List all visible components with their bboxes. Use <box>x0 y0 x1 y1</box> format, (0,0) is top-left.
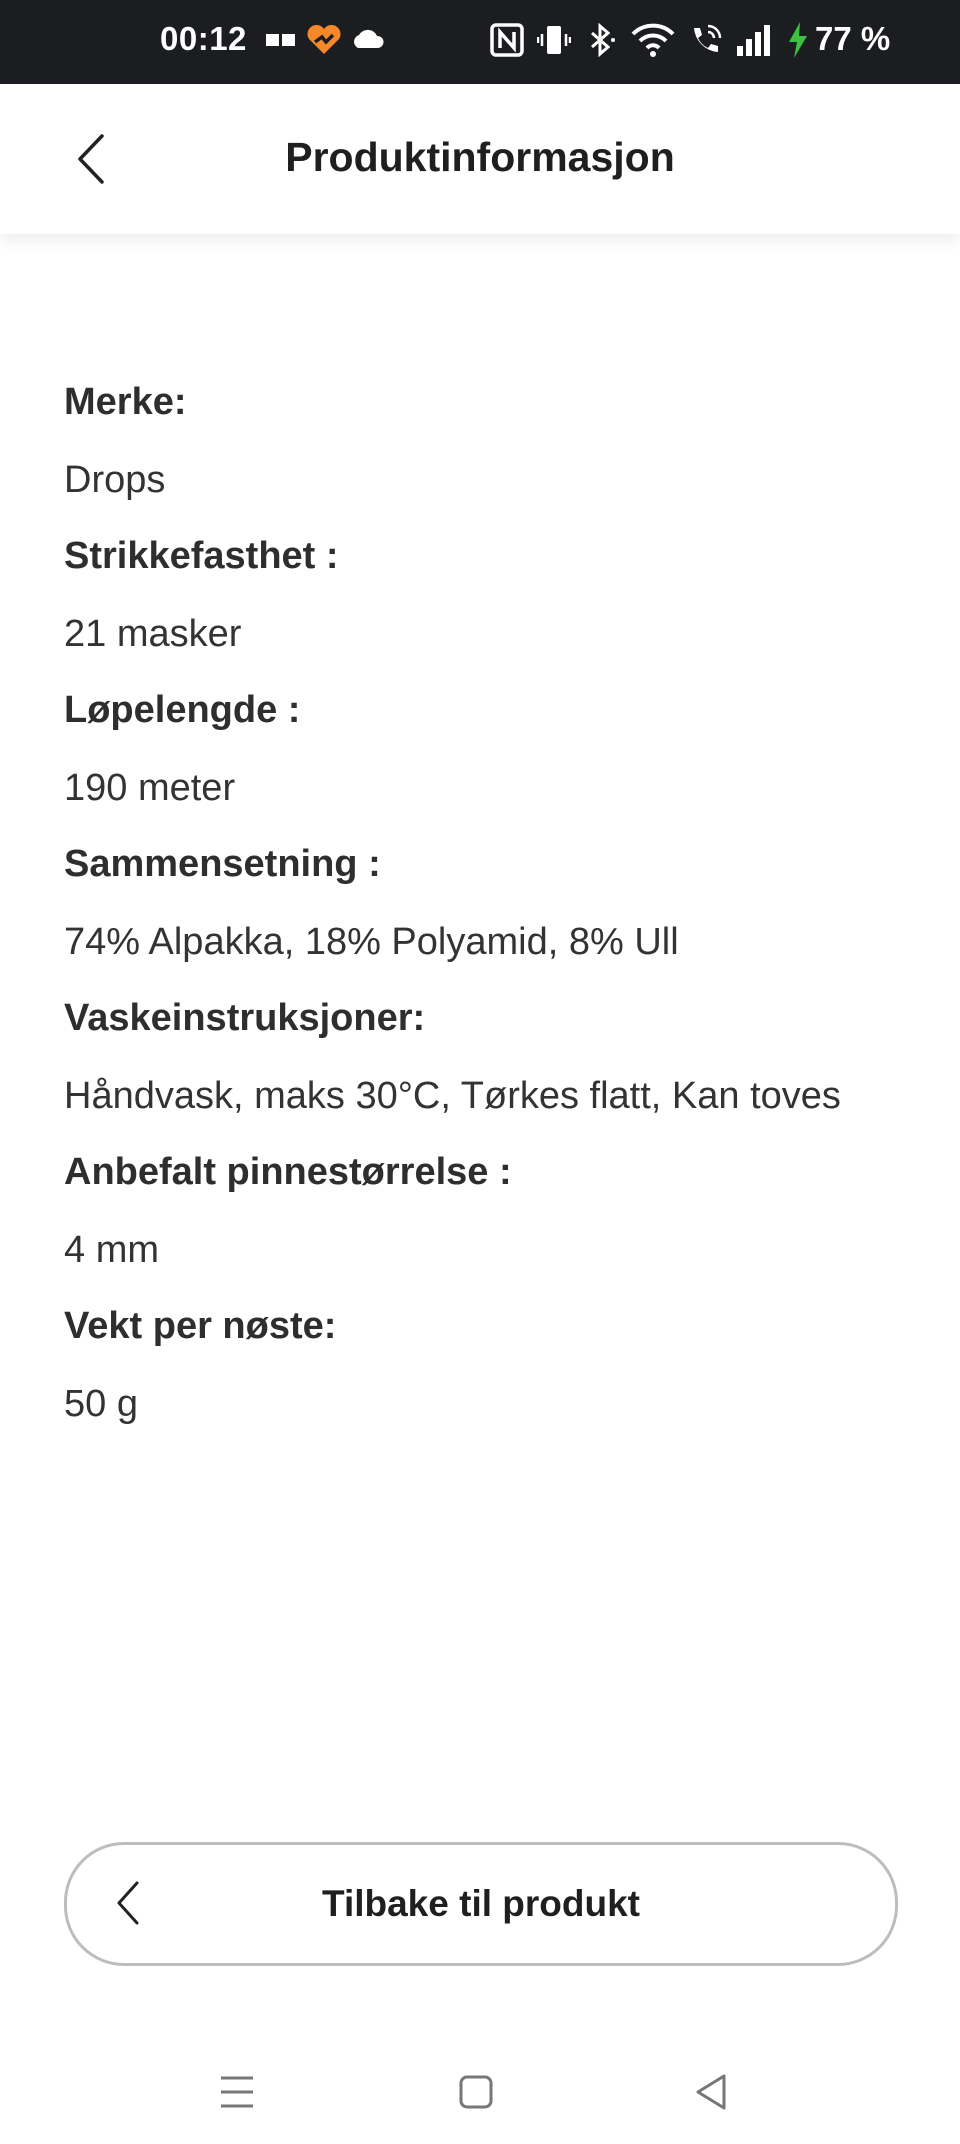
info-item-gauge: Strikkefasthet : 21 masker <box>64 534 924 688</box>
info-label: Strikkefasthet : <box>64 535 339 577</box>
info-value: Drops <box>64 459 166 501</box>
heart-app-icon <box>305 20 343 60</box>
info-value: 4 mm <box>64 1229 159 1271</box>
back-triangle-icon <box>696 2074 726 2110</box>
charging-icon <box>785 20 811 60</box>
back-to-product-label: Tilbake til produkt <box>322 1883 640 1924</box>
recent-apps-button[interactable] <box>211 2066 263 2118</box>
vibrate-icon <box>536 20 572 60</box>
info-label: Sammensetning : <box>64 843 381 885</box>
info-item-brand: Merke: Drops <box>64 380 924 534</box>
menu-icon <box>221 2076 253 2108</box>
info-value: 50 g <box>64 1383 138 1425</box>
cloud-icon <box>350 20 386 60</box>
info-value: Håndvask, maks 30°C, Tørkes flatt, Kan t… <box>64 1075 841 1117</box>
app-header: Produktinformasjon <box>0 84 960 234</box>
nfc-icon <box>490 20 524 60</box>
wifi-icon <box>630 20 676 60</box>
system-nav-bar <box>0 2040 960 2144</box>
info-label: Anbefalt pinnestørrelse : <box>64 1151 512 1193</box>
info-value: 21 masker <box>64 613 242 655</box>
bluetooth-icon <box>585 20 619 60</box>
info-label: Løpelengde : <box>64 689 301 731</box>
info-label: Vekt per nøste: <box>64 1305 337 1347</box>
info-value: 190 meter <box>64 767 236 809</box>
info-label: Merke: <box>64 381 187 423</box>
info-item-yardage: Løpelengde : 190 meter <box>64 688 924 842</box>
signal-icon <box>735 20 771 60</box>
page-title: Produktinformasjon <box>285 134 675 180</box>
info-label: Vaskeinstruksjoner: <box>64 997 426 1039</box>
back-to-product-button[interactable]: Tilbake til produkt <box>64 1842 898 1966</box>
info-item-weight: Vekt per nøste: 50 g <box>64 1304 924 1458</box>
status-bar: 00:12 77 % <box>0 0 960 84</box>
message-icon <box>265 20 297 60</box>
battery-percentage: 77 % <box>815 20 891 57</box>
home-button[interactable] <box>450 2066 502 2118</box>
product-info-list: Merke: Drops Strikkefasthet : 21 masker … <box>64 380 924 1458</box>
info-item-care: Vaskeinstruksjoner: Håndvask, maks 30°C,… <box>64 996 924 1150</box>
home-icon <box>459 2075 493 2109</box>
info-item-composition: Sammensetning : 74% Alpakka, 18% Polyami… <box>64 842 924 996</box>
system-back-button[interactable] <box>686 2066 738 2118</box>
wifi-call-icon <box>688 20 724 60</box>
info-value: 74% Alpakka, 18% Polyamid, 8% Ull <box>64 921 679 963</box>
info-item-needle-size: Anbefalt pinnestørrelse : 4 mm <box>64 1150 924 1304</box>
status-time: 00:12 <box>160 20 247 57</box>
